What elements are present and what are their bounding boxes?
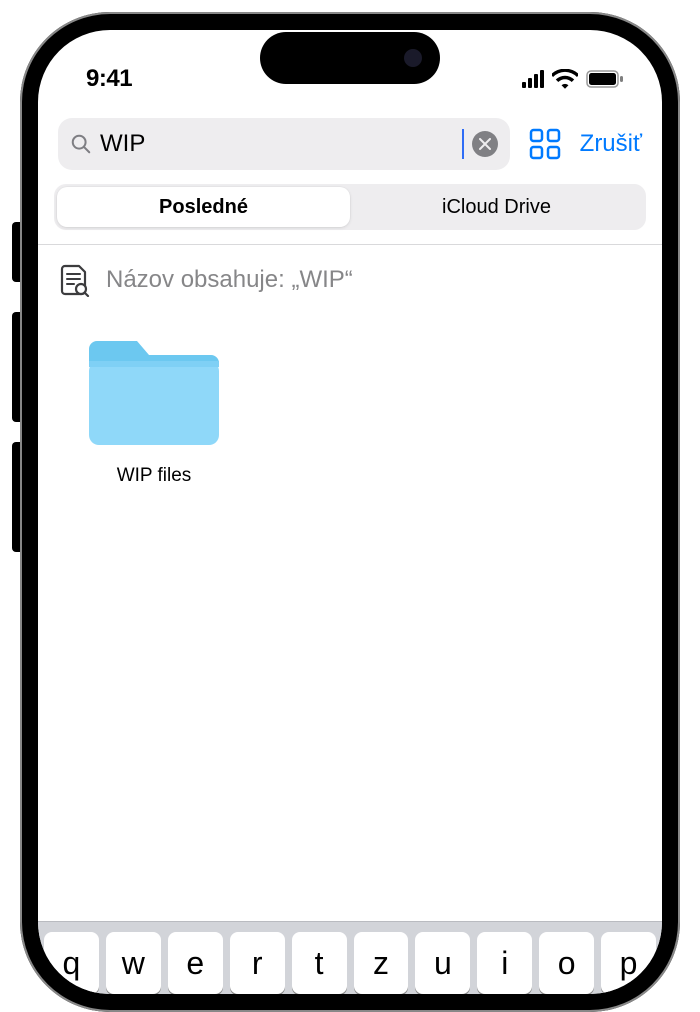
cancel-button[interactable]: Zrušiť [580,130,642,158]
search-input[interactable] [100,130,460,158]
folder-label: WIP files [117,465,192,487]
screen: 9:41 [38,30,662,994]
suggestion-text: Názov obsahuje: „WIP“ [106,266,353,294]
key-q[interactable]: q [44,932,99,994]
key-u[interactable]: u [415,932,470,994]
wifi-icon [552,69,578,89]
search-row: Zrušiť [38,108,662,184]
search-suggestion[interactable]: Názov obsahuje: „WIP“ [38,245,662,315]
results-grid: WIP files [38,315,662,507]
keyboard: q w e r t z u i o p [38,921,662,994]
cellular-icon [522,70,544,88]
key-w[interactable]: w [106,932,161,994]
key-e[interactable]: e [168,932,223,994]
key-r[interactable]: r [230,932,285,994]
clear-icon[interactable] [472,131,498,157]
key-i[interactable]: i [477,932,532,994]
key-t[interactable]: t [292,932,347,994]
phone-frame: 9:41 [20,12,680,1012]
segment-icloud-drive[interactable]: iCloud Drive [350,187,643,227]
search-field[interactable] [58,118,510,170]
key-o[interactable]: o [539,932,594,994]
key-p[interactable]: p [601,932,656,994]
segment-recent[interactable]: Posledné [57,187,350,227]
status-time: 9:41 [86,65,132,93]
folder-icon [79,335,229,453]
text-cursor [462,129,464,159]
search-icon [70,133,92,155]
scope-segmented-control: Posledné iCloud Drive [38,184,662,242]
dynamic-island [260,32,440,84]
battery-icon [586,70,624,88]
status-indicators [522,69,624,89]
grid-view-icon[interactable] [528,127,562,161]
key-z[interactable]: z [354,932,409,994]
document-search-icon [60,263,90,297]
folder-item[interactable]: WIP files [64,335,244,487]
